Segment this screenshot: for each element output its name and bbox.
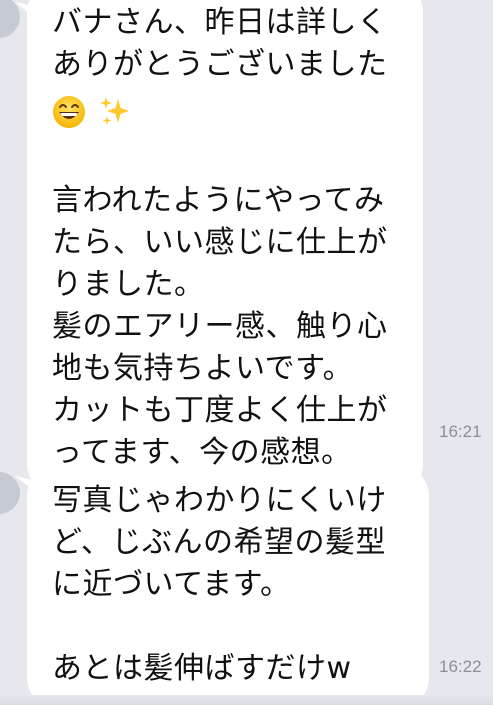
sender-avatar[interactable] xyxy=(0,472,20,514)
message-line: カットも丁度よく仕上が xyxy=(52,393,388,428)
message-timestamp: 16:22 xyxy=(439,657,482,676)
message-line: ど、じぶんの希望の髪型 xyxy=(52,525,386,560)
chat-view: バナさん、昨日は詳しく ありがとうございました 言われたようにやってみ たら、い… xyxy=(0,0,493,705)
message-line: 言われたようにやってみ xyxy=(52,183,385,218)
emoji-row xyxy=(52,86,403,138)
grinning-face-icon xyxy=(53,95,85,128)
message-line: あとは髪伸ばすだけw xyxy=(52,651,352,686)
message-line: 写真じゃわかりにくいけ xyxy=(52,483,387,518)
message-line: 髪のエアリー感、触り心 xyxy=(52,309,388,344)
message-line: に近づいてます。 xyxy=(52,567,291,602)
sender-avatar[interactable] xyxy=(0,0,20,38)
message-line: 地も気持ちよいです。 xyxy=(52,351,354,386)
bottom-divider xyxy=(0,695,493,705)
message-bubble[interactable]: 写真じゃわかりにくいけ ど、じぶんの希望の髪型 に近づいてます。 あとは髪伸ばす… xyxy=(15,466,429,705)
message-bubble[interactable]: バナさん、昨日は詳しく ありがとうございました 言われたようにやってみ たら、い… xyxy=(15,0,423,494)
message-line: たら、いい感じに仕上が xyxy=(52,225,388,260)
message-line: バナさん、昨日は詳しく xyxy=(52,5,388,40)
message-line: ありがとうございました xyxy=(52,47,388,82)
sparkles-icon xyxy=(100,96,130,125)
message-timestamp: 16:21 xyxy=(439,422,482,441)
message-line: りました。 xyxy=(52,267,205,302)
